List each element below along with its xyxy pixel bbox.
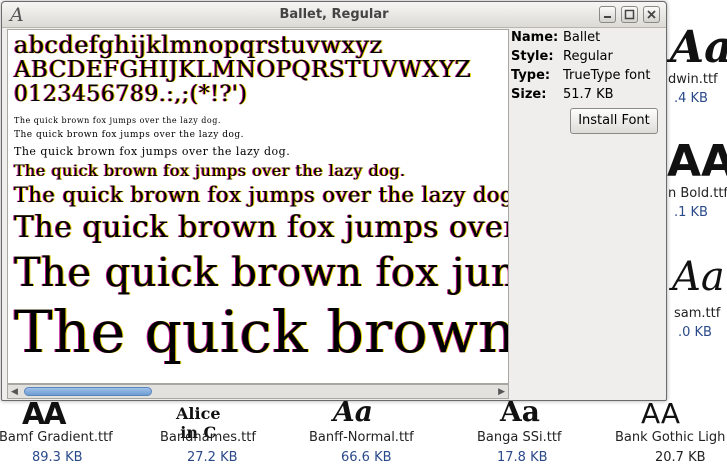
info-size-value: 51.7 KB	[563, 87, 614, 102]
maximize-button[interactable]	[621, 6, 638, 23]
sample-size-36: The quick brown fox jumps over the lazy …	[14, 210, 508, 245]
font-thumbnail: AA	[641, 397, 681, 430]
font-file-size: 20.7 KB	[655, 450, 706, 465]
font-file-size: .4 KB	[674, 91, 708, 106]
sample-size-12: The quick brown fox jumps over the lazy …	[14, 145, 291, 158]
minimize-icon	[604, 16, 611, 18]
info-style-label: Style:	[511, 49, 554, 64]
scroll-left-arrow-icon[interactable]: ◀	[11, 387, 18, 397]
info-style-value: Regular	[563, 49, 613, 64]
font-file-name: n Bold.ttf	[668, 186, 727, 201]
uppercase-sample: ABCDEFGHIJKLMNOPQRSTUVWXYZ	[14, 57, 472, 83]
font-file-size: 66.6 KB	[341, 450, 392, 465]
sample-size-10: The quick brown fox jumps over the lazy …	[14, 130, 244, 140]
font-file-size: 17.8 KB	[497, 450, 548, 465]
close-icon	[647, 10, 656, 19]
font-file-name: Bamf Gradient.ttf	[0, 430, 113, 445]
sample-size-72: The quick brown fox jumps over the lazy …	[14, 298, 509, 366]
minimize-button[interactable]	[599, 6, 616, 23]
window-title: Ballet, Regular	[279, 7, 389, 22]
font-file-size: 89.3 KB	[32, 450, 83, 465]
font-file-name: dwin.ttf	[668, 72, 718, 87]
font-thumbnail: AA	[667, 136, 727, 187]
close-button[interactable]	[643, 6, 660, 23]
info-name-label: Name:	[511, 30, 559, 45]
info-type-value: TrueType font	[563, 68, 651, 83]
horizontal-scrollbar[interactable]: ◀ ▶	[7, 384, 509, 399]
maximize-icon	[624, 9, 635, 20]
font-preview-area[interactable]: abcdefghijklmnopqrstuvwxyz ABCDEFGHIJKLM…	[7, 29, 509, 384]
install-font-button[interactable]: Install Font	[570, 108, 658, 134]
sample-size-18: The quick brown fox jumps over the lazy …	[14, 161, 406, 180]
sample-size-24: The quick brown fox jumps over the lazy …	[14, 183, 509, 207]
font-file-name: Banff-Normal.ttf	[309, 430, 414, 445]
sample-size-48: The quick brown fox jumps over the lazy …	[14, 250, 508, 296]
font-thumbnail: AA	[22, 397, 66, 432]
info-type-label: Type:	[511, 68, 551, 83]
font-file-size: .0 KB	[678, 325, 712, 340]
title-bar[interactable]: A Ballet, Regular	[2, 2, 666, 28]
font-file-size: .1 KB	[674, 205, 708, 220]
info-name-value: Ballet	[563, 30, 601, 45]
font-thumbnail: Aa	[672, 254, 725, 300]
font-file-name: Bandnames.ttf	[160, 430, 256, 445]
font-file-name: Bank Gothic Ligh BT.ttf	[615, 430, 727, 445]
sample-size-8: The quick brown fox jumps over the lazy …	[14, 116, 221, 125]
info-size-label: Size:	[511, 87, 547, 102]
font-file-name: Banga SSi.ttf	[477, 430, 562, 445]
font-file-size: 27.2 KB	[187, 450, 238, 465]
digits-sample: 0123456789.:,;(*!?')	[14, 82, 248, 107]
lowercase-sample: abcdefghijklmnopqrstuvwxyz	[14, 31, 383, 59]
scroll-right-arrow-icon[interactable]: ▶	[498, 387, 505, 397]
scrollbar-thumb[interactable]	[24, 387, 152, 396]
font-thumbnail: Aa	[670, 22, 727, 73]
font-file-name: sam.ttf	[674, 306, 721, 321]
